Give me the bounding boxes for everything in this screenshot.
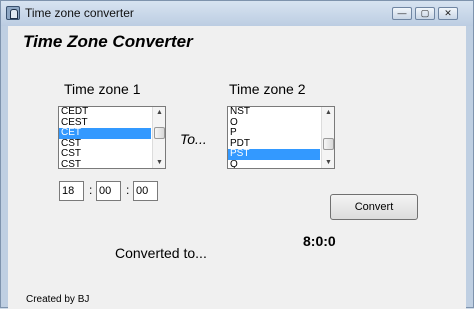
- title-bar[interactable]: Time zone converter — ▢ ✕: [1, 1, 473, 26]
- to-label: To...: [180, 131, 207, 147]
- converted-label: Converted to...: [115, 245, 207, 261]
- client-area: Time Zone Converter Time zone 1 Time zon…: [8, 26, 466, 309]
- convert-button[interactable]: Convert: [330, 194, 418, 220]
- app-icon[interactable]: [6, 6, 20, 20]
- minutes-input[interactable]: [96, 181, 121, 201]
- zone2-option[interactable]: NST: [228, 107, 320, 118]
- zone1-scrollbar[interactable]: ▲ ▼: [152, 107, 165, 168]
- zone2-option[interactable]: O: [228, 117, 320, 129]
- zone2-listbox[interactable]: NST O P PDT PST Q ▲ ▼: [227, 106, 335, 169]
- seconds-input[interactable]: [133, 181, 158, 201]
- zone1-option[interactable]: CST: [59, 159, 151, 168]
- scroll-down-icon[interactable]: ▼: [154, 157, 165, 168]
- zone2-option[interactable]: Q: [228, 159, 320, 168]
- zone2-option[interactable]: PST: [228, 148, 320, 160]
- close-button[interactable]: ✕: [438, 7, 458, 20]
- scroll-up-icon[interactable]: ▲: [323, 107, 334, 118]
- zone1-label: Time zone 1: [64, 81, 141, 97]
- scroll-up-icon[interactable]: ▲: [154, 107, 165, 118]
- app-window: Time zone converter — ▢ ✕ Time Zone Conv…: [0, 0, 474, 309]
- zone2-option[interactable]: P: [228, 127, 320, 139]
- credits-text: Created by BJ: [26, 294, 90, 305]
- scroll-thumb[interactable]: [154, 127, 165, 139]
- scroll-thumb[interactable]: [323, 138, 334, 150]
- zone1-option[interactable]: CET: [59, 127, 151, 139]
- zone2-scrollbar[interactable]: ▲ ▼: [321, 107, 334, 168]
- hours-input[interactable]: [59, 181, 84, 201]
- zone1-option[interactable]: CEDT: [59, 107, 151, 118]
- converted-time: 8:0:0: [303, 233, 336, 249]
- minimize-button[interactable]: —: [392, 7, 412, 20]
- maximize-button[interactable]: ▢: [415, 7, 435, 20]
- window-title: Time zone converter: [25, 6, 134, 20]
- zone2-label: Time zone 2: [229, 81, 306, 97]
- time-separator: :: [126, 183, 130, 197]
- scroll-down-icon[interactable]: ▼: [323, 157, 334, 168]
- zone1-option[interactable]: CST: [59, 148, 151, 160]
- zone1-listbox[interactable]: CEDT CEST CET CST CST CST ▲ ▼: [58, 106, 166, 169]
- time-separator: :: [89, 183, 93, 197]
- app-heading: Time Zone Converter: [23, 32, 193, 51]
